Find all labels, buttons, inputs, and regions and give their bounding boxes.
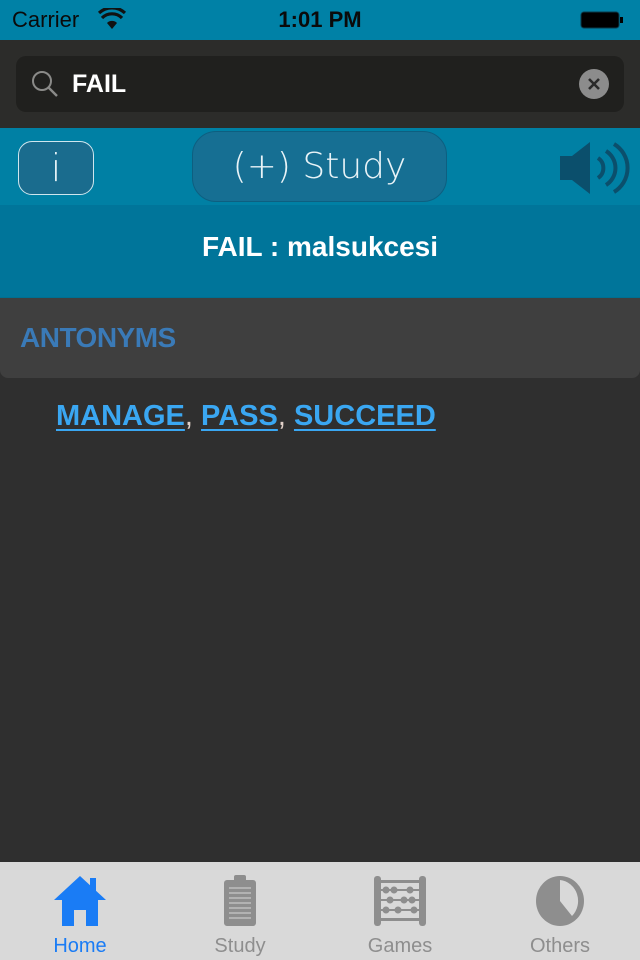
- separator: ,: [184, 400, 193, 432]
- antonym-link[interactable]: SUCCEED: [294, 400, 436, 432]
- search-area: FAIL: [0, 40, 640, 128]
- tab-bar: Home Study Games Others: [0, 862, 640, 960]
- pie-icon: [536, 876, 584, 926]
- tab-home[interactable]: Home: [0, 862, 160, 960]
- tab-label: Games: [367, 935, 433, 957]
- abacus-icon: [374, 876, 426, 926]
- clear-icon[interactable]: [579, 69, 609, 99]
- antonym-link[interactable]: PASS: [201, 400, 278, 432]
- antonym-list: MANAGE, PASS, SUCCEED: [56, 400, 436, 433]
- speaker-icon[interactable]: [558, 140, 632, 196]
- tab-study[interactable]: Study: [160, 862, 320, 960]
- tab-label: Home: [53, 935, 107, 957]
- status-bar: Carrier 1:01 PM: [0, 0, 640, 40]
- tab-others[interactable]: Others: [480, 862, 640, 960]
- tab-label: Others: [529, 935, 591, 957]
- info-button[interactable]: i: [18, 141, 94, 195]
- search-input[interactable]: FAIL: [16, 56, 624, 112]
- section-header: ANTONYMS: [0, 298, 640, 378]
- tab-games[interactable]: Games: [320, 862, 480, 960]
- battery-icon: [580, 11, 623, 29]
- home-icon: [54, 876, 106, 926]
- clock: 1:01 PM: [278, 7, 362, 32]
- search-icon: [32, 71, 58, 97]
- antonym-link[interactable]: MANAGE: [56, 400, 185, 432]
- toolbar: i (+) Study Plan: [0, 128, 640, 256]
- study-plan-button[interactable]: (+) Study Plan: [192, 131, 447, 256]
- clipboard-icon: [224, 875, 256, 926]
- word-header: FAIL : malsukcesi: [0, 205, 640, 300]
- tab-label: Study: [214, 935, 266, 957]
- word-translation: FAIL : malsukcesi: [201, 231, 439, 262]
- separator: ,: [277, 400, 286, 432]
- section-title: ANTONYMS: [20, 322, 176, 353]
- search-query[interactable]: FAIL: [72, 70, 126, 99]
